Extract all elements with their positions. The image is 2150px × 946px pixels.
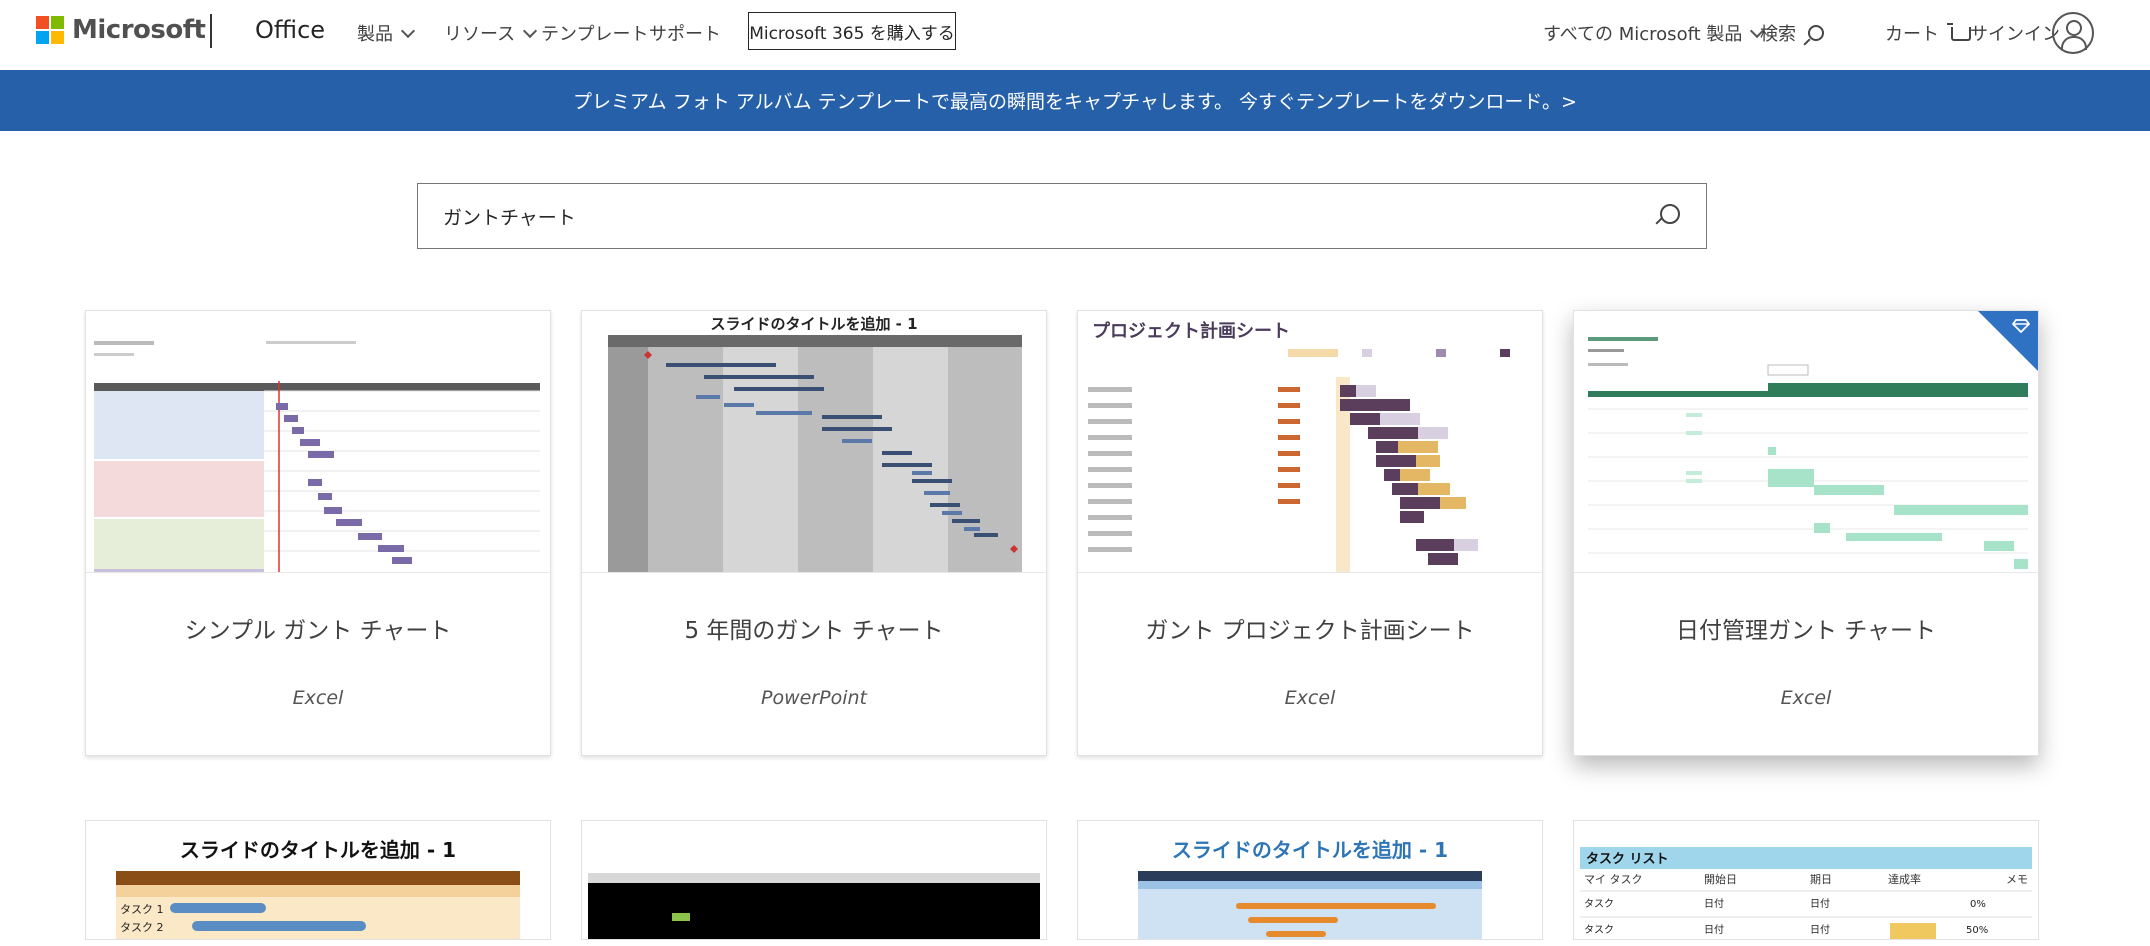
thumb-col: マイ タスク [1584,873,1643,886]
cart-label: カート [1885,24,1939,45]
thumb-cell: 日付 [1810,897,1830,910]
thumb-header: プロジェクト計画シート [1092,320,1290,342]
microsoft-logo-icon [36,16,64,44]
thumb-cell: 日付 [1704,923,1724,936]
nav-templates[interactable]: テンプレート [541,20,648,46]
template-thumbnail: スライドのタイトルを追加 - 1 [582,311,1046,573]
template-title: 日付管理ガント チャート [1675,618,1937,644]
all-products-menu[interactable]: すべての Microsoft 製品 [1543,20,1765,46]
thumb-header: タスク リスト [1586,852,1669,867]
buy-microsoft-365-button[interactable]: Microsoft 365 を購入する [748,12,956,50]
thumb-col: 達成率 [1888,872,1921,886]
thumb-cell: 日付 [1810,923,1830,936]
template-card[interactable]: 日付管理ガント チャート Excel [1573,310,2039,756]
thumb-header: スライドのタイトルを追加 - 1 [1172,838,1448,862]
nav-support-label: サポート [649,24,721,45]
nav-search-label: 検索 [1760,24,1796,45]
template-thumbnail [1574,311,2038,573]
template-title: 5 年間のガント チャート [684,618,944,644]
thumb-cell: タスク [1584,898,1614,910]
template-card[interactable]: プロジェクト計画シート ガント プロジェクト計画シート Excel [1077,310,1543,756]
template-title: シンプル ガント チャート [184,618,452,644]
template-app: Excel [292,687,344,709]
template-card[interactable]: シンプル ガント チャート Excel [85,310,551,756]
thumb-row-label: タスク 2 [120,921,164,934]
thumb-cell: 日付 [1704,897,1724,910]
cart-button[interactable]: カート [1885,20,1971,46]
template-card[interactable] [581,820,1047,940]
thumb-col: 開始日 [1704,872,1737,886]
nav-search-button[interactable]: 検索 [1760,20,1824,46]
thumb-cell: 0% [1970,899,1986,910]
diamond-icon [2012,319,2030,333]
microsoft-logo[interactable]: Microsoft [36,15,206,45]
account-avatar-icon[interactable] [2052,12,2094,54]
template-app: Excel [1780,687,1832,709]
search-icon[interactable] [1660,204,1680,224]
top-nav: Microsoft Office 製品 リソース テンプレート サポート Mic… [0,0,2150,68]
office-home-link[interactable]: Office [255,16,325,44]
thumb-row-label: タスク 1 [120,903,164,916]
thumb-header: スライドのタイトルを追加 - 1 [180,838,456,862]
chevron-down-icon [523,23,538,38]
template-thumbnail [86,311,550,573]
signin-link[interactable]: サインイン [1970,20,2060,46]
nav-products[interactable]: 製品 [357,20,416,46]
brand-name: Microsoft [72,15,206,45]
thumb-cell: タスク [1584,924,1614,936]
chevron-down-icon [400,23,416,38]
thumb-col: 期日 [1810,873,1832,886]
template-card[interactable]: スライドのタイトルを追加 - 1 [581,310,1047,756]
nav-divider [210,14,212,48]
nav-resources-label: リソース [444,24,516,45]
template-search-box [417,183,1707,249]
template-card[interactable]: タスク リスト マイ タスク 開始日 期日 達成率 メモ タスク 日付 日付 0… [1573,820,2039,940]
cart-icon [1947,23,1971,41]
template-card[interactable]: スライドのタイトルを追加 - 1 [1077,820,1543,940]
nav-products-label: 製品 [357,24,393,45]
template-title: ガント プロジェクト計画シート [1145,618,1475,644]
thumb-cell: 50% [1966,925,1988,936]
nav-templates-label: テンプレート [541,24,649,45]
all-products-label: すべての Microsoft 製品 [1543,24,1743,45]
template-app: Excel [1284,687,1336,709]
search-icon [1808,25,1824,41]
nav-support[interactable]: サポート [649,20,721,46]
thumb-col: メモ [2006,873,2028,886]
template-thumbnail: プロジェクト計画シート [1078,311,1542,573]
template-search-input[interactable] [443,205,1593,227]
nav-resources[interactable]: リソース [444,20,538,46]
promo-banner[interactable]: プレミアム フォト アルバム テンプレートで最高の瞬間をキャプチャします。 今す… [0,70,2150,131]
template-card[interactable]: スライドのタイトルを追加 - 1 タスク 1 タスク 2 [85,820,551,940]
template-app: PowerPoint [761,687,867,709]
thumb-header: スライドのタイトルを追加 - 1 [710,315,917,333]
